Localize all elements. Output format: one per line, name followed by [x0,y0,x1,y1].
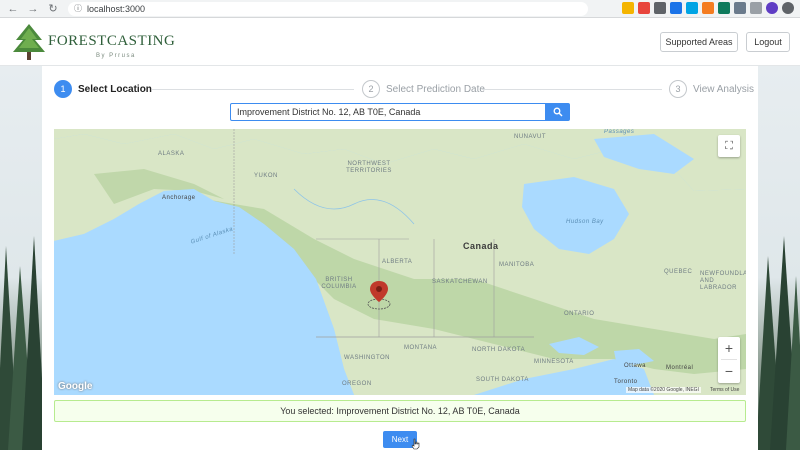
extension-icon[interactable] [670,2,682,14]
brand-subtitle: By Prrusa [96,53,136,59]
extension-icon[interactable] [734,2,746,14]
map-label-northwest-territories: NORTHWEST TERRITORIES [346,161,392,174]
zoom-control: + − [718,337,740,383]
search-icon [553,107,562,117]
extension-icon[interactable] [750,2,762,14]
map-attribution: Map data ©2020 Google, INEGI [626,387,701,393]
hand-cursor-icon [411,438,420,450]
step-label: View Analysis [693,83,754,95]
url-text: localhost:3000 [87,3,146,14]
map-label-alberta: ALBERTA [382,259,413,265]
step-select-prediction-date[interactable]: 2 Select Prediction Date [362,80,485,98]
extension-icon[interactable] [718,2,730,14]
app-header: FORESTCASTING By Prrusa Supported Areas … [0,18,800,66]
back-icon[interactable]: ← [6,2,20,16]
brand-title: FORESTCASTING [48,33,176,49]
selection-alert: You selected: Improvement District No. 1… [54,400,746,422]
map-label-nunavut: NUNAVUT [514,134,547,140]
forest-background-left [0,66,46,450]
map-label-montreal: Montréal [666,365,694,371]
map-label-montana: MONTANA [404,345,438,351]
map-label-washington: WASHINGTON [344,355,391,361]
location-search-input[interactable] [230,103,546,121]
search-button[interactable] [545,103,570,121]
map-label-newfoundland: NEWFOUNDLAND AND LABRADOR [700,271,746,291]
step-label: Select Prediction Date [386,83,485,95]
step-select-location[interactable]: 1 Select Location [54,80,152,98]
step-number: 1 [54,80,72,98]
selection-alert-text: You selected: Improvement District No. 1… [280,406,520,416]
avatar[interactable] [766,2,778,14]
terms-of-use-link[interactable]: Terms of Use [710,387,739,393]
star-icon[interactable] [622,2,634,14]
map-label-anchorage: Anchorage [162,195,196,201]
map-label-quebec: QUEBEC [664,269,693,275]
map-label-ottawa: Ottawa [624,363,647,369]
map-label-north-dakota: NORTH DAKOTA [472,347,526,353]
extension-icon[interactable] [702,2,714,14]
extension-icon[interactable] [638,2,650,14]
browser-toolbar: ← → ↻ ⓘ localhost:3000 [0,0,800,18]
forward-icon[interactable]: → [26,2,40,16]
step-connector [482,89,662,90]
extension-icon[interactable] [686,2,698,14]
fullscreen-icon: ⛶ [725,139,733,152]
extension-icon[interactable] [654,2,666,14]
step-number: 2 [362,80,380,98]
map-label-south-dakota: SOUTH DAKOTA [476,377,529,383]
forest-background-right [756,66,800,450]
zoom-out-button[interactable]: − [718,360,740,382]
tree-logo-icon [13,24,45,60]
map-label-manitoba: MANITOBA [499,262,535,268]
supported-areas-button[interactable]: Supported Areas [660,32,738,52]
map-label-oregon: OREGON [342,381,372,387]
step-connector [152,89,354,90]
reload-icon[interactable]: ↻ [46,2,60,16]
map-label-minnesota: MINNESOTA [534,359,574,365]
step-label: Select Location [78,83,152,95]
map-label-british-columbia: BRITISH COLUMBIA [321,277,357,290]
address-bar[interactable]: ⓘ localhost:3000 [68,1,588,16]
step-number: 3 [669,80,687,98]
info-icon: ⓘ [74,4,82,13]
map-label-toronto: Toronto [614,379,638,385]
google-logo: Google [58,381,93,392]
map-label-passages: Passages [604,129,635,135]
fullscreen-button[interactable]: ⛶ [718,135,740,157]
menu-icon[interactable] [782,2,794,14]
map-label-alaska: ALASKA [158,151,185,157]
map-label-hudson-bay: Hudson Bay [566,219,604,225]
map-label-country: Canada [463,241,499,251]
location-marker-icon[interactable] [366,280,392,314]
map-label-yukon: YUKON [254,173,278,179]
map[interactable]: ALASKA YUKON NUNAVUT NORTHWEST TERRITORI… [54,129,746,395]
step-view-analysis[interactable]: 3 View Analysis [669,80,754,98]
map-label-ontario: ONTARIO [564,311,595,317]
map-label-saskatchewan: SASKATCHEWAN [432,279,488,285]
extension-icons [622,2,794,14]
logout-button[interactable]: Logout [746,32,790,52]
zoom-in-button[interactable]: + [718,337,740,359]
